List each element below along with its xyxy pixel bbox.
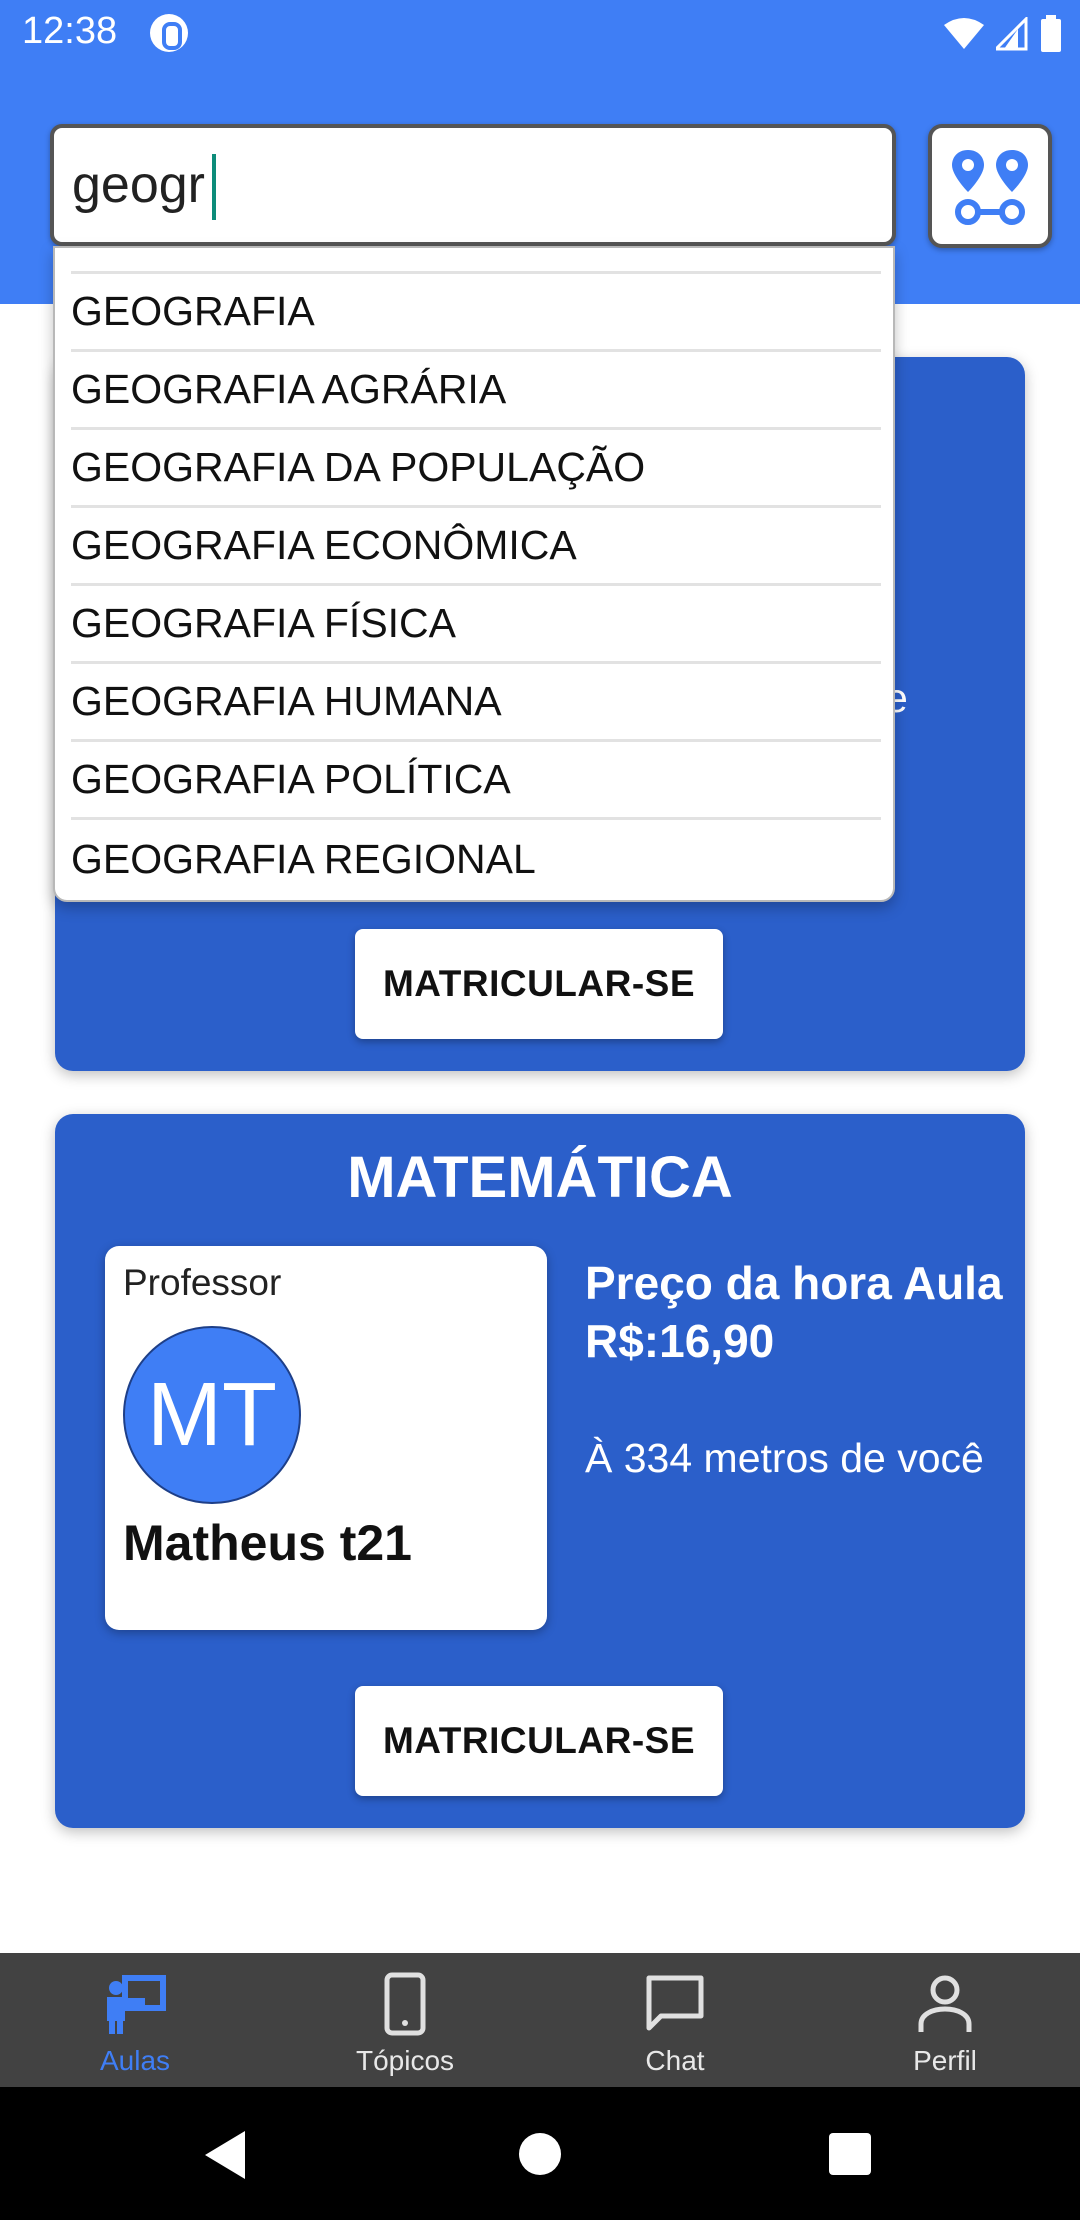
status-icons	[944, 14, 1062, 54]
signal-icon	[996, 17, 1028, 51]
course-title: MATEMÁTICA	[347, 1145, 733, 1210]
suggestion-item[interactable]: GEOGRAFIA DA POPULAÇÃO	[71, 430, 881, 508]
route-map-icon	[952, 150, 1028, 225]
nav-label: Aulas	[99, 2045, 171, 2076]
enroll-button[interactable]: MATRICULAR-SE	[355, 929, 723, 1039]
course-card: MATEMÁTICA Professor MT Matheus t21 Preç…	[55, 1114, 1025, 1828]
system-navigation-bar	[0, 2087, 1080, 2220]
nav-label: Chat	[645, 2045, 705, 2076]
app-screen: 12:38 e MATRICULAR-SE	[0, 0, 1080, 2220]
suggestion-item[interactable]: GEOGRAFIA FÍSICA	[71, 586, 881, 664]
search-input[interactable]	[72, 152, 852, 218]
suggestion-label: GEOGRAFIA ECONÔMICA	[71, 522, 577, 568]
nav-label: Tópicos	[355, 2045, 455, 2076]
text-caret	[212, 154, 216, 220]
nav-label: Perfil	[913, 2045, 977, 2076]
price-per-hour: Preço da hora Aula R$:16,90	[585, 1257, 1003, 1367]
suggestion-label: GEOGRAFIA AGRÁRIA	[71, 366, 507, 412]
battery-icon	[1041, 15, 1061, 52]
enroll-button[interactable]: MATRICULAR-SE	[355, 1686, 723, 1796]
back-icon[interactable]	[205, 2131, 245, 2179]
teacher-board-icon	[100, 1969, 170, 2039]
suggestion-label: GEOGRAFIA	[71, 288, 315, 334]
nav-item-chat[interactable]: Chat	[540, 1953, 810, 2087]
suggestion-label: GEOGRAFIA HUMANA	[71, 678, 502, 724]
professor-card[interactable]: Professor MT Matheus t21	[105, 1246, 547, 1630]
nav-item-topicos[interactable]: Tópicos	[270, 1953, 540, 2087]
recents-icon[interactable]	[829, 2133, 871, 2175]
professor-label: Professor	[123, 1262, 282, 1303]
suggestion-label: GEOGRAFIA DA POPULAÇÃO	[71, 444, 646, 490]
nav-item-perfil[interactable]: Perfil	[810, 1953, 1080, 2087]
wifi-icon	[944, 18, 984, 49]
nav-item-aulas[interactable]: Aulas	[0, 1953, 270, 2087]
distance-text: À 334 metros de você	[585, 1435, 984, 1481]
person-icon	[910, 1969, 980, 2039]
suggestion-item[interactable]: GEOGRAFIA AGRÁRIA	[71, 352, 881, 430]
suggestion-item[interactable]: GEOGRAFIA ECONÔMICA	[71, 508, 881, 586]
search-field[interactable]	[50, 124, 896, 246]
suggestion-item[interactable]: GEOGRAFIA REGIONAL	[71, 820, 881, 898]
chat-bubble-icon	[640, 1969, 710, 2039]
suggestion-label: GEOGRAFIA FÍSICA	[71, 600, 457, 646]
status-time: 12:38	[22, 10, 118, 52]
professor-name: Matheus t21	[123, 1515, 412, 1571]
suggestion-item[interactable]: GEOGRAFIA POLÍTICA	[71, 742, 881, 820]
map-route-button[interactable]	[928, 124, 1052, 248]
home-icon[interactable]	[519, 2133, 561, 2175]
suggestion-label: GEOGRAFIA POLÍTICA	[71, 756, 511, 802]
notification-app-icon	[150, 14, 188, 52]
suggestion-item[interactable]: GEOGRAFIA	[71, 274, 881, 352]
tablet-icon	[370, 1969, 440, 2039]
avatar: MT	[123, 1326, 301, 1504]
bottom-navigation: Aulas Tópicos Chat Perfil	[0, 1953, 1080, 2087]
suggestion-dropdown: GEOGRAFIA GEOGRAFIA AGRÁRIA GEOGRAFIA DA…	[53, 246, 895, 902]
suggestion-item[interactable]: GEOGRAFIA HUMANA	[71, 664, 881, 742]
suggestion-label: GEOGRAFIA REGIONAL	[71, 835, 536, 882]
